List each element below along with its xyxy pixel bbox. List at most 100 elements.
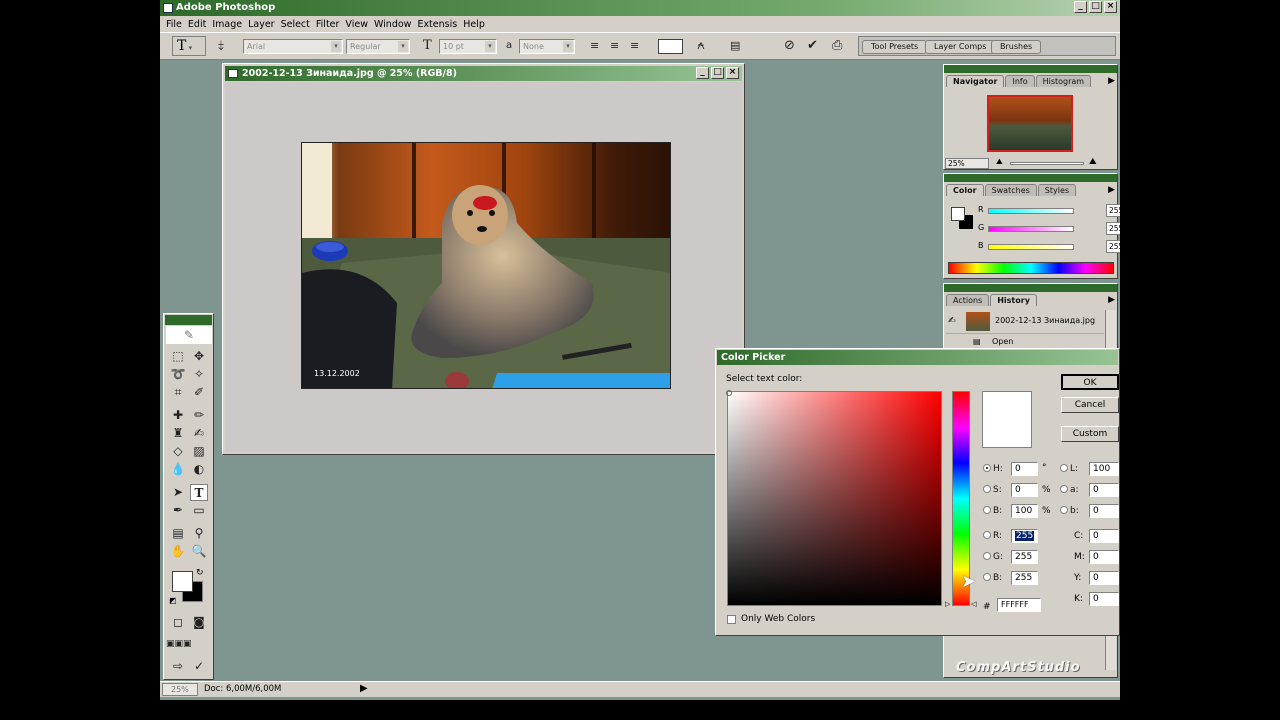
slider-r-track[interactable]	[988, 208, 1074, 214]
menu-window[interactable]: Window	[374, 19, 417, 30]
status-menu-arrow-icon[interactable]: ▶	[360, 683, 368, 694]
slice-tool-icon[interactable]: ✐	[190, 384, 208, 401]
document-canvas[interactable]: 13.12.2002	[225, 82, 742, 452]
foreground-color-swatch[interactable]	[172, 571, 193, 592]
tab-color[interactable]: Color	[946, 184, 984, 196]
rgb-r-radio[interactable]	[983, 531, 991, 539]
swap-colors-icon[interactable]: ↻	[196, 568, 204, 578]
menu-select[interactable]: Select	[281, 19, 316, 30]
color-ramp[interactable]	[948, 262, 1114, 274]
minimize-button[interactable]: _	[1074, 1, 1087, 13]
antialias-field[interactable]: None ▾	[519, 39, 575, 54]
hsb-b-radio[interactable]	[983, 506, 991, 514]
menu-view[interactable]: View	[345, 19, 374, 30]
well-layer-comps[interactable]: Layer Comps	[925, 40, 996, 54]
rgb-g-input[interactable]: 255	[1011, 550, 1038, 564]
palettes-toggle-icon[interactable]: ▤	[730, 38, 740, 54]
clone-stamp-icon[interactable]: ♜	[169, 425, 187, 442]
history-snapshot-row[interactable]: ✍ 2002-12-13 Зинаида.jpg	[946, 310, 1104, 334]
tab-info[interactable]: Info	[1005, 75, 1035, 87]
menu-filter[interactable]: Filter	[316, 19, 346, 30]
well-tool-presets[interactable]: Tool Presets	[862, 40, 928, 54]
cmyk-m-input[interactable]: 0	[1089, 550, 1119, 564]
doc-close-button[interactable]: ×	[726, 67, 739, 79]
tool-preset-picker[interactable]: T ▾	[172, 36, 206, 56]
warp-text-icon[interactable]: ⍲	[697, 38, 705, 54]
doc-minimize-button[interactable]: _	[696, 67, 709, 79]
cmyk-y-input[interactable]: 0	[1089, 571, 1119, 585]
history-brush-icon[interactable]: ✍	[190, 425, 208, 442]
cmyk-c-input[interactable]: 0	[1089, 529, 1119, 543]
gradient-tool-icon[interactable]: ▨	[190, 443, 208, 460]
text-orientation-icon[interactable]: ⤈	[218, 38, 224, 54]
font-style-field[interactable]: Regular ▾	[346, 39, 410, 54]
imageready-icon[interactable]: ✓	[190, 658, 208, 675]
tab-history[interactable]: History	[990, 294, 1037, 306]
tab-actions[interactable]: Actions	[946, 294, 990, 306]
menu-layer[interactable]: Layer	[248, 19, 281, 30]
palette-foreground-swatch[interactable]	[951, 207, 965, 221]
type-tool-icon[interactable]: T	[190, 484, 208, 501]
rgb-b-radio[interactable]	[983, 573, 991, 581]
status-zoom-field[interactable]: 25%	[162, 683, 198, 696]
font-size-field[interactable]: 10 pt ▾	[439, 39, 497, 54]
rgb-g-radio[interactable]	[983, 552, 991, 560]
cmyk-k-input[interactable]: 0	[1089, 592, 1119, 606]
hex-input[interactable]: FFFFFF	[997, 598, 1041, 612]
font-family-field[interactable]: Arial ▾	[243, 39, 343, 54]
align-center-icon[interactable]: ≡	[610, 38, 619, 54]
dodge-tool-icon[interactable]: ◐	[190, 461, 208, 478]
only-web-colors-checkbox[interactable]	[727, 615, 736, 624]
tab-navigator[interactable]: Navigator	[946, 75, 1005, 87]
lab-a-input[interactable]: 0	[1089, 483, 1119, 497]
tab-styles[interactable]: Styles	[1037, 184, 1077, 196]
zoom-in-icon[interactable]: ⛰	[1089, 157, 1097, 167]
hsb-s-radio[interactable]	[983, 485, 991, 493]
color-field-marker[interactable]	[726, 390, 732, 396]
rgb-b-input[interactable]: 255	[1011, 571, 1038, 585]
zoom-tool-icon[interactable]: 🔍	[190, 543, 208, 560]
slider-r-value[interactable]: 255	[1106, 204, 1120, 217]
well-brushes[interactable]: Brushes	[991, 40, 1042, 54]
lasso-tool-icon[interactable]: ➰	[169, 366, 187, 383]
eraser-tool-icon[interactable]: ◇	[169, 443, 187, 460]
cancel-edits-icon[interactable]: ⊘	[784, 38, 795, 54]
move-tool-icon[interactable]: ✥	[190, 348, 208, 365]
hsb-h-radio[interactable]	[983, 464, 991, 472]
file-browser-icon[interactable]: ⎙	[832, 38, 842, 54]
history-brush-source-icon[interactable]: ✍	[948, 316, 956, 326]
cancel-button[interactable]: Cancel	[1061, 397, 1119, 413]
magic-wand-icon[interactable]: ✧	[190, 366, 208, 383]
color-field[interactable]	[727, 391, 942, 606]
menu-extensis[interactable]: Extensis	[417, 19, 463, 30]
hsb-h-input[interactable]: 0	[1011, 462, 1038, 476]
menu-edit[interactable]: Edit	[188, 19, 212, 30]
ok-button[interactable]: OK	[1061, 374, 1119, 390]
menu-image[interactable]: Image	[212, 19, 248, 30]
notes-tool-icon[interactable]: ▤	[169, 525, 187, 542]
maximize-button[interactable]: □	[1089, 1, 1102, 13]
text-color-swatch[interactable]	[658, 39, 683, 54]
align-right-icon[interactable]: ≡	[630, 38, 639, 54]
pen-tool-icon[interactable]: ✒	[169, 502, 187, 519]
lab-b-input[interactable]: 0	[1089, 504, 1119, 518]
lab-a-radio[interactable]	[1060, 485, 1068, 493]
path-selection-icon[interactable]: ➤	[169, 484, 187, 501]
lab-b-radio[interactable]	[1060, 506, 1068, 514]
adobe-feather-icon[interactable]: ✎	[166, 326, 212, 344]
brush-tool-icon[interactable]: ✏	[190, 407, 208, 424]
crop-tool-icon[interactable]: ⌗	[169, 384, 187, 401]
hsb-b-input[interactable]: 100	[1011, 504, 1038, 518]
slider-b-value[interactable]: 255	[1106, 240, 1120, 253]
commit-edits-icon[interactable]: ✔	[807, 38, 818, 54]
shape-tool-icon[interactable]: ▭	[190, 502, 208, 519]
rgb-r-input[interactable]: 255	[1011, 529, 1038, 543]
history-menu-icon[interactable]: ▶	[1108, 295, 1115, 305]
screen-mode-icon[interactable]: ▣▣▣	[166, 636, 192, 653]
hsb-s-input[interactable]: 0	[1011, 483, 1038, 497]
hue-slider-left-arrow-icon[interactable]: ▷	[945, 600, 950, 608]
doc-maximize-button[interactable]: □	[711, 67, 724, 79]
marquee-tool-icon[interactable]: ⬚	[169, 348, 187, 365]
navigator-thumbnail[interactable]	[987, 95, 1073, 152]
eyedropper-tool-icon[interactable]: ⚲	[190, 525, 208, 542]
